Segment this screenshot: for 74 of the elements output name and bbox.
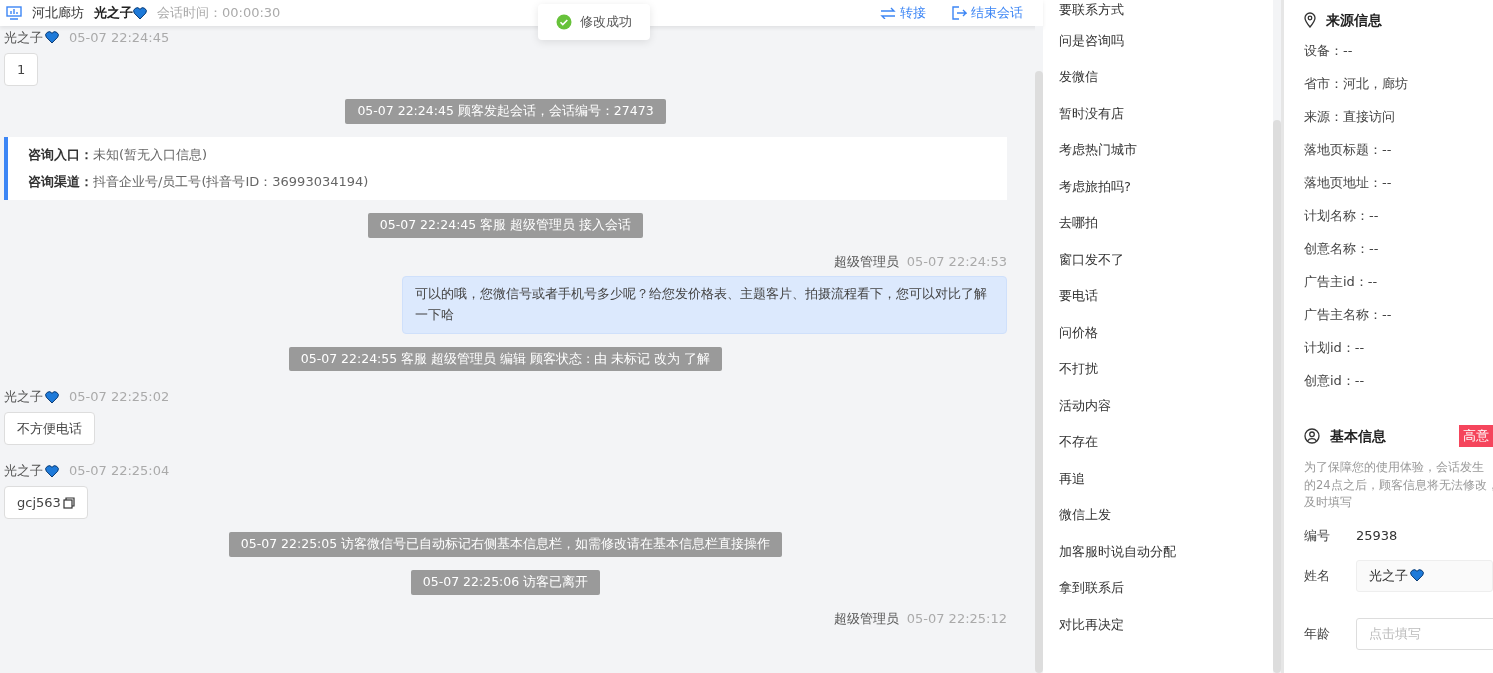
sender-name: 光之子 (4, 29, 43, 47)
intent-tag: 高意 (1459, 425, 1493, 447)
quick-reply-item[interactable]: 加客服时说自动分配 (1059, 533, 1273, 570)
quick-reply-item[interactable]: 要联系方式 (1059, 0, 1273, 22)
field-label: 年龄 (1304, 624, 1331, 643)
quick-reply-item[interactable]: 暂时没有店 (1059, 95, 1273, 132)
message-time: 05-07 22:24:45 (69, 29, 170, 47)
sender-name: 超级管理员 (833, 609, 899, 628)
transfer-link[interactable]: 转接 (880, 3, 926, 23)
system-message: 05-07 22:25:05 访客微信号已自动标记右侧基本信息栏，如需修改请在基本信息栏直接操作 (228, 532, 783, 558)
field-label: 编号 (1304, 527, 1331, 546)
sender-name: 光之子 (4, 462, 43, 481)
quick-reply-item[interactable]: 问价格 (1059, 314, 1273, 351)
info-label: 咨询入口： (28, 145, 93, 164)
notice-text: 为了保障您的使用体验，会话发生 的24点之后，顾客信息将无法修改， 及时填写 (1304, 458, 1493, 512)
user-circle-icon (1304, 428, 1320, 444)
quick-reply-item[interactable]: 再追 (1059, 460, 1273, 497)
sender-name: 超级管理员 (833, 252, 899, 271)
monitor-icon (6, 6, 22, 20)
quick-reply-item[interactable]: 问是咨询吗 (1059, 22, 1273, 59)
session-duration: 会话时间：00:00:30 (157, 4, 281, 23)
message-time: 05-07 22:25:12 (906, 609, 1007, 628)
quick-reply-item[interactable]: 不打扰 (1059, 350, 1273, 387)
message-text: 1 (17, 60, 26, 79)
quick-reply-item[interactable]: 发微信 (1059, 58, 1273, 95)
system-message: 05-07 22:24:55 客服 超级管理员 编辑 顾客状态 : 由 未标记 改为 了解 (288, 346, 723, 372)
info-label: 咨询渠道： (28, 173, 93, 192)
message-time: 05-07 22:24:53 (906, 252, 1007, 271)
customer-name: 光之子 (94, 4, 133, 23)
quick-reply-item[interactable]: 去哪拍 (1059, 204, 1273, 241)
source-field: 省市：河北，廊坊 (1304, 67, 1493, 101)
quick-reply-item[interactable]: 对比再决定 (1059, 606, 1273, 643)
message-bubble: 可以的哦，您微信号或者手机号多少呢？给您发价格表、主题客片、拍摄流程看下，您可以对比了解一下哈 (402, 276, 1007, 334)
message-time: 05-07 22:25:04 (69, 462, 170, 481)
source-field: 计划名称：-- (1304, 199, 1493, 233)
location-pin-icon (1304, 12, 1316, 29)
exit-icon (952, 6, 967, 20)
source-field: 落地页标题：-- (1304, 133, 1493, 167)
message-text: 不方便电话 (17, 419, 82, 438)
source-field: 广告主id：-- (1304, 265, 1493, 299)
source-field: 创意id：-- (1304, 364, 1493, 398)
source-field: 广告主名称：-- (1304, 298, 1493, 332)
message-text: gcj563 (17, 493, 61, 512)
section-title: 来源信息 (1326, 11, 1382, 30)
system-message: 05-07 22:24:45 顾客发起会话，会话编号：27473 (345, 99, 666, 124)
source-field: 计划id：-- (1304, 331, 1493, 365)
quick-reply-item[interactable]: 考虑热门城市 (1059, 131, 1273, 168)
quick-reply-item[interactable]: 窗口发不了 (1059, 241, 1273, 278)
sender-name: 光之子 (4, 388, 43, 407)
quick-reply-item[interactable]: 拿到联系后 (1059, 569, 1273, 606)
source-field: 设备：-- (1304, 34, 1493, 68)
field-label: 姓名 (1304, 566, 1331, 585)
quick-reply-item[interactable]: 活动内容 (1059, 387, 1273, 424)
info-value: 抖音企业号/员工号(抖音号ID：36993034194) (93, 173, 369, 192)
quick-reply-item[interactable]: 不存在 (1059, 423, 1273, 460)
source-field: 来源：直接访问 (1304, 100, 1493, 134)
info-value: 未知(暂无入口信息) (93, 145, 208, 164)
source-field: 创意名称：-- (1304, 232, 1493, 266)
quick-reply-item[interactable]: 要电话 (1059, 277, 1273, 314)
section-title: 基本信息 (1330, 426, 1386, 446)
system-message: 05-07 22:25:06 访客已离开 (410, 570, 601, 595)
arrows-icon (880, 7, 896, 19)
field-value: 25938 (1356, 527, 1398, 546)
quick-reply-item[interactable]: 考虑旅拍吗? (1059, 168, 1273, 205)
message-time: 05-07 22:25:02 (69, 388, 170, 407)
end-session-link[interactable]: 结束会话 (952, 3, 1023, 23)
toast-text: 修改成功 (580, 13, 632, 31)
location-text: 河北廊坊 (32, 4, 84, 23)
check-circle-icon (556, 13, 572, 30)
source-field: 落地页地址：-- (1304, 166, 1493, 200)
quick-reply-item[interactable]: 微信上发 (1059, 496, 1273, 533)
input-field[interactable]: 光之子 (1356, 559, 1493, 592)
system-message: 05-07 22:24:45 客服 超级管理员 接入会话 (367, 212, 644, 238)
input-field[interactable]: 点击填写 (1356, 617, 1493, 650)
